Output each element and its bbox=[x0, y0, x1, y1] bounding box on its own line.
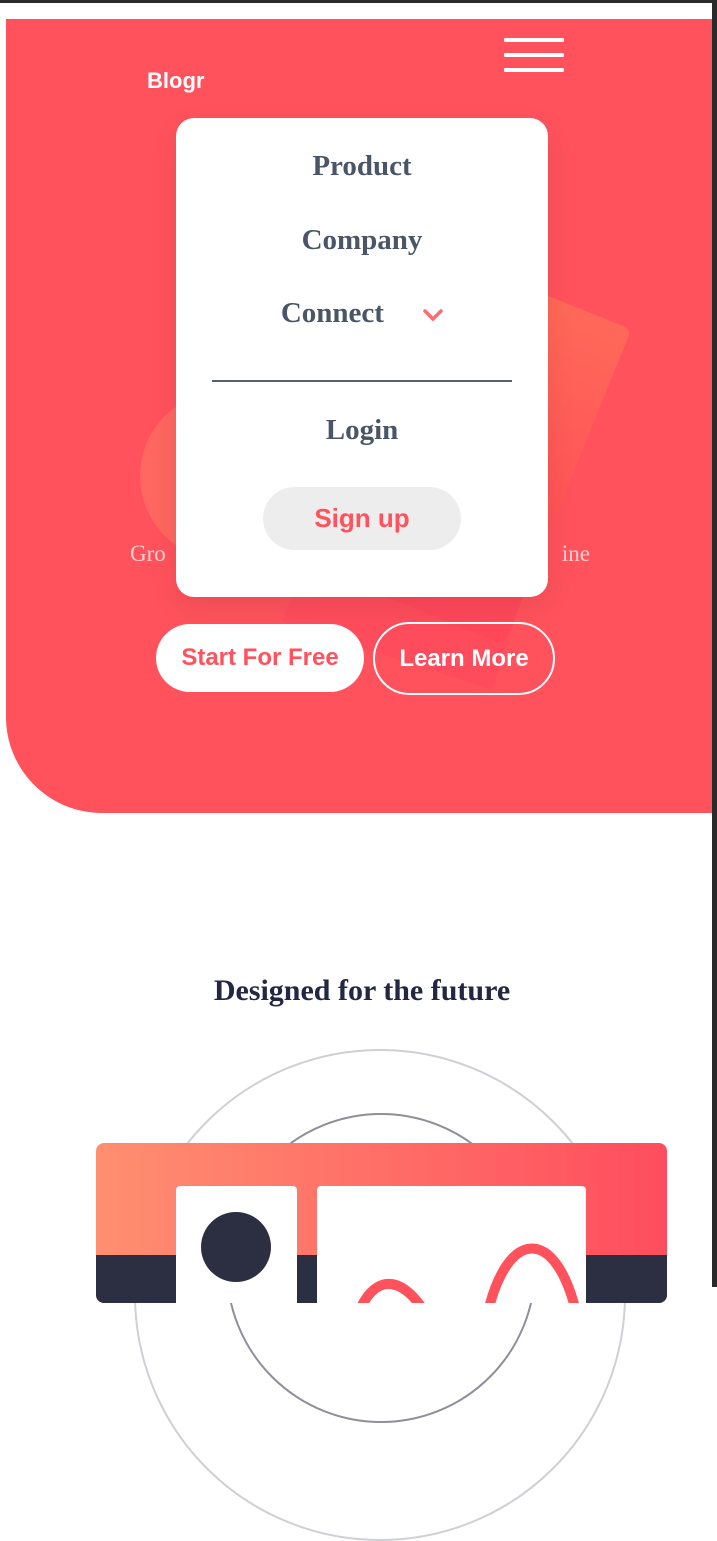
nav-item-connect-label: Connect bbox=[280, 297, 384, 329]
illustration-circle bbox=[201, 1212, 271, 1282]
editor-illustration bbox=[96, 1143, 667, 1303]
mobile-nav-menu: Product Company Connect Login Sign up bbox=[176, 118, 548, 597]
illustration-card bbox=[176, 1186, 297, 1303]
window-top-border bbox=[0, 0, 717, 3]
hamburger-line bbox=[504, 38, 564, 42]
hamburger-line bbox=[504, 53, 564, 57]
learn-more-button[interactable]: Learn More bbox=[373, 622, 555, 695]
nav-item-product[interactable]: Product bbox=[176, 150, 548, 183]
hero-tagline-right: ine bbox=[561, 541, 590, 566]
section-title: Designed for the future bbox=[213, 974, 511, 1007]
nav-item-company[interactable]: Company bbox=[176, 224, 548, 257]
chevron-down-icon bbox=[423, 309, 443, 322]
hamburger-line bbox=[504, 68, 564, 72]
wave-icon bbox=[357, 1243, 579, 1303]
nav-item-connect[interactable]: Connect bbox=[176, 297, 548, 330]
hamburger-icon[interactable] bbox=[504, 38, 564, 74]
logo[interactable]: Blogr bbox=[147, 68, 204, 94]
hero-tagline-left: Gro bbox=[130, 541, 166, 566]
illustration-card bbox=[317, 1186, 586, 1303]
window-scrollbar-track bbox=[712, 0, 717, 1287]
menu-divider bbox=[212, 380, 512, 382]
signup-button[interactable]: Sign up bbox=[263, 487, 461, 550]
login-link[interactable]: Login bbox=[176, 414, 548, 447]
start-for-free-button[interactable]: Start For Free bbox=[156, 624, 364, 692]
